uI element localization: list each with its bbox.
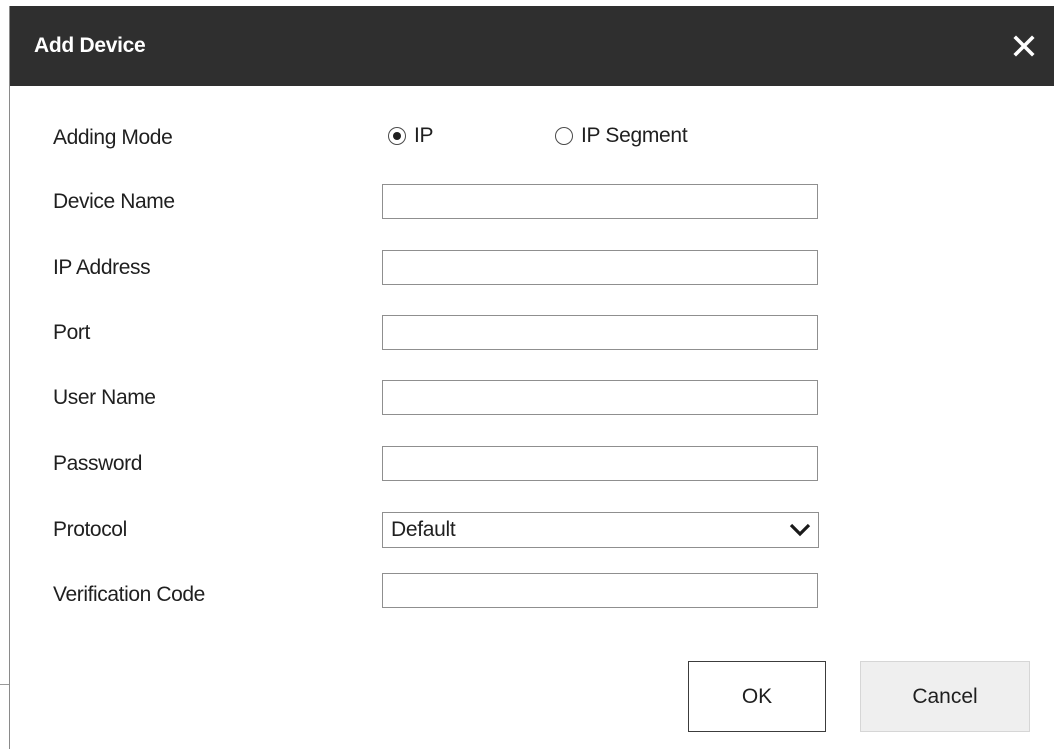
user-name-label: User Name <box>53 386 156 409</box>
radio-ip-segment-circle[interactable] <box>555 127 573 145</box>
password-label: Password <box>53 452 143 475</box>
protocol-selected-value: Default <box>391 518 456 541</box>
verification-code-input[interactable] <box>382 573 818 608</box>
close-icon <box>1013 35 1035 57</box>
ip-address-label: IP Address <box>53 256 151 279</box>
device-name-label: Device Name <box>53 190 175 213</box>
close-button[interactable] <box>1010 32 1038 60</box>
ip-address-input[interactable] <box>382 250 818 285</box>
radio-ip-label[interactable]: IP <box>414 123 434 149</box>
background-window-edge <box>0 0 9 749</box>
radio-selected-dot <box>393 132 401 140</box>
adding-mode-label: Adding Mode <box>53 126 173 149</box>
port-label: Port <box>53 321 90 344</box>
radio-ip-segment-label[interactable]: IP Segment <box>581 123 688 149</box>
password-input[interactable] <box>382 446 818 481</box>
dialog-title-bar: Add Device <box>10 6 1054 86</box>
cancel-button[interactable]: Cancel <box>860 661 1030 732</box>
device-name-input[interactable] <box>382 184 818 219</box>
protocol-select[interactable]: Default <box>382 512 819 548</box>
user-name-input[interactable] <box>382 380 818 415</box>
verification-code-label: Verification Code <box>53 583 205 606</box>
dialog-title: Add Device <box>34 34 146 57</box>
ok-button[interactable]: OK <box>688 661 826 732</box>
add-device-dialog: Add Device Adding Mode IP IP Segment Dev… <box>9 6 1054 749</box>
chevron-down-icon <box>789 523 811 537</box>
background-divider <box>0 684 9 685</box>
radio-ip-circle[interactable] <box>388 127 406 145</box>
port-input[interactable] <box>382 315 818 350</box>
protocol-label: Protocol <box>53 518 127 541</box>
